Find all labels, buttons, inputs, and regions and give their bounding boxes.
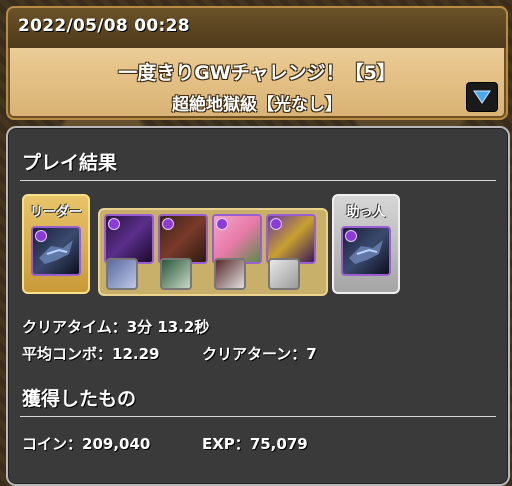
dropdown-button[interactable] <box>466 82 498 112</box>
dark-attribute-orb-icon <box>35 230 47 242</box>
dungeon-subtitle: 超絶地獄級【光なし】 <box>172 95 342 115</box>
divider <box>20 416 496 417</box>
leader-frame: リーダー <box>22 194 90 294</box>
triangle-down-icon <box>473 90 491 104</box>
team-monster-1-icon[interactable] <box>104 214 154 264</box>
dark-attribute-orb-icon <box>108 218 120 230</box>
team-frame <box>98 208 328 296</box>
team-monster-2-icon[interactable] <box>158 214 208 264</box>
avg-combo-label: 平均コンボ： <box>22 345 113 363</box>
exp-row: EXP：75,079 <box>202 433 308 454</box>
rewards-heading: 獲得したもの <box>22 388 137 410</box>
team-monster-3-icon[interactable] <box>212 214 262 264</box>
exp-label: EXP： <box>202 435 250 453</box>
divider <box>20 180 496 181</box>
helper-monster-icon[interactable] <box>341 226 391 276</box>
avg-combo-value: 12.29 <box>112 345 160 363</box>
dark-attribute-orb-icon <box>162 218 174 230</box>
coin-label: コイン： <box>22 435 83 453</box>
leader-monster-icon[interactable] <box>31 226 81 276</box>
clear-turn-row: クリアターン：7 <box>202 343 317 364</box>
assist-3-icon[interactable] <box>214 258 246 290</box>
play-result-heading: プレイ結果 <box>22 152 118 174</box>
assist-1-icon[interactable] <box>106 258 138 290</box>
team-monster-4-icon[interactable] <box>266 214 316 264</box>
coin-value: 209,040 <box>82 435 151 453</box>
clear-time-row: クリアタイム：3分 13.2秒 <box>22 316 209 337</box>
dungeon-title: 一度きりGWチャレンジ！【5】 <box>118 62 396 84</box>
clear-time-label: クリアタイム： <box>22 318 127 336</box>
coin-row: コイン：209,040 <box>22 433 150 454</box>
dark-attribute-orb-icon <box>270 218 282 230</box>
helper-frame: 助っ人 <box>332 194 400 294</box>
exp-value: 75,079 <box>249 435 308 453</box>
clear-turn-label: クリアターン： <box>202 345 307 363</box>
avg-combo-row: 平均コンボ：12.29 <box>22 343 159 364</box>
dungeon-header: 2022/05/08 00:28 一度きりGWチャレンジ！【5】 超絶地獄級【光… <box>6 6 508 120</box>
result-panel: プレイ結果 リーダー 助っ人 クリアタイム：3分 13.2秒 平均コンボ：12.… <box>6 126 510 486</box>
assist-4-icon[interactable] <box>268 258 300 290</box>
clear-turn-value: 7 <box>306 345 317 363</box>
dark-attribute-orb-icon <box>345 230 357 242</box>
helper-label: 助っ人 <box>346 205 386 220</box>
play-date: 2022/05/08 00:28 <box>18 16 190 36</box>
date-bar: 2022/05/08 00:28 <box>8 8 506 48</box>
dark-attribute-orb-icon <box>216 218 228 230</box>
leader-label: リーダー <box>29 205 82 220</box>
clear-time-value: 3分 13.2秒 <box>126 318 210 336</box>
assist-2-icon[interactable] <box>160 258 192 290</box>
